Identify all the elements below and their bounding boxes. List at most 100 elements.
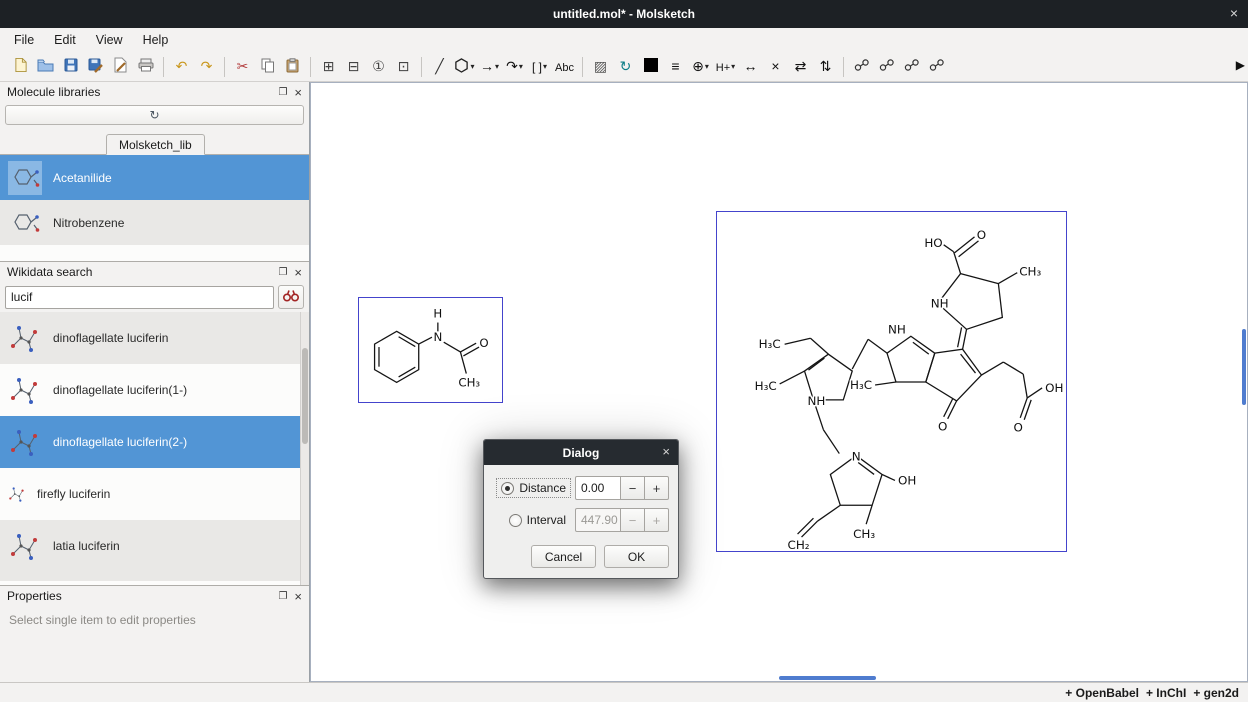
library-item[interactable]: Nitrobenzene: [0, 200, 309, 245]
acetanilide-molecule[interactable]: H N O CH₃: [359, 298, 502, 402]
interval-radio[interactable]: [509, 514, 522, 527]
dialog-close-button[interactable]: ×: [662, 444, 670, 459]
selection-box-luciferin[interactable]: HO O CH₃ NH NH H₃C H₃C H₃C NH O OH O N O…: [716, 211, 1067, 552]
ok-button[interactable]: OK: [604, 545, 669, 568]
zoom-fit-button[interactable]: ⊡: [391, 54, 416, 80]
toolbar-overflow-icon[interactable]: ▶: [1236, 58, 1245, 72]
dropdown-arrow-icon[interactable]: ▾: [705, 62, 709, 71]
dropdown-arrow-icon[interactable]: ▾: [543, 62, 547, 71]
menu-edit[interactable]: Edit: [44, 31, 86, 49]
wikidata-search-button[interactable]: [278, 285, 304, 309]
luciferin-molecule[interactable]: HO O CH₃ NH NH H₃C H₃C H₃C NH O OH O N O…: [717, 212, 1066, 551]
menu-help[interactable]: Help: [133, 31, 179, 49]
save-as-button[interactable]: [83, 54, 108, 80]
open-file-icon: [37, 58, 54, 75]
print-icon: [138, 58, 154, 75]
dialog-titlebar[interactable]: Dialog ×: [484, 440, 678, 465]
paste-icon: [286, 58, 299, 76]
wikidata-result-item-partial[interactable]: [0, 572, 300, 581]
panel-close-icon[interactable]: ×: [294, 590, 302, 603]
panel-close-icon[interactable]: ×: [294, 86, 302, 99]
atom-label-h3c-mid: H₃C: [850, 378, 872, 392]
babel-add-hydrogens-button[interactable]: [874, 54, 899, 80]
bracket-tool-button[interactable]: [ ]▾: [527, 54, 552, 80]
dropdown-arrow-icon[interactable]: ▾: [731, 62, 735, 71]
wikidata-result-item[interactable]: dinoflagellate luciferin: [0, 312, 300, 364]
wikidata-result-item[interactable]: dinoflagellate luciferin(1-): [0, 364, 300, 416]
redo-button[interactable]: ↷: [194, 54, 219, 80]
flip-vertical-button[interactable]: ⇅: [813, 54, 838, 80]
ring-tool-button[interactable]: ▾: [452, 54, 477, 80]
line-width-button[interactable]: ≡: [663, 54, 688, 80]
toolbar-separator: [421, 57, 422, 77]
undo-button[interactable]: ↶: [169, 54, 194, 80]
menu-view[interactable]: View: [86, 31, 133, 49]
zoom-original-button[interactable]: ①: [366, 54, 391, 80]
refresh-library-button[interactable]: ↻: [5, 105, 304, 125]
print-button[interactable]: [133, 54, 158, 80]
mechanism-arrow-button[interactable]: ↷▾: [502, 54, 527, 80]
zoom-in-button[interactable]: ⊞: [316, 54, 341, 80]
window-close-button[interactable]: ×: [1230, 5, 1238, 21]
library-item[interactable]: Acetanilide: [0, 155, 309, 200]
interval-decrement-button[interactable]: −: [620, 508, 645, 532]
cancel-button[interactable]: Cancel: [531, 545, 596, 568]
drawing-canvas[interactable]: H N O CH₃: [310, 82, 1248, 682]
canvas-vscrollbar-thumb[interactable]: [1242, 329, 1246, 405]
wikidata-scrollbar[interactable]: [300, 312, 309, 585]
flip-horizontal-button[interactable]: ⇄: [788, 54, 813, 80]
panel-close-icon[interactable]: ×: [294, 266, 302, 279]
hash-bond-button[interactable]: ▨: [588, 54, 613, 80]
dropdown-arrow-icon[interactable]: ▾: [495, 62, 499, 71]
open-file-button[interactable]: [33, 54, 58, 80]
interval-value[interactable]: 447.90: [575, 508, 621, 532]
save-button[interactable]: [58, 54, 83, 80]
reaction-arrow-button[interactable]: →▾: [477, 54, 502, 80]
dropdown-arrow-icon[interactable]: ▾: [470, 62, 474, 71]
distance-radio[interactable]: [501, 482, 514, 495]
titlebar[interactable]: untitled.mol* - Molsketch ×: [0, 0, 1248, 28]
delete-button[interactable]: ×: [763, 54, 788, 80]
hydrogen-button[interactable]: H+▾: [713, 54, 738, 80]
babel-remove-hydrogens-button[interactable]: [899, 54, 924, 80]
snap-align-button[interactable]: ↔: [738, 54, 763, 80]
panel-float-icon[interactable]: ❐: [278, 87, 287, 98]
dropdown-arrow-icon[interactable]: ▾: [519, 62, 523, 71]
tab-molsketch-lib[interactable]: Molsketch_lib: [106, 134, 205, 155]
zoom-out-button[interactable]: ⊟: [341, 54, 366, 80]
redo-icon: ↷: [201, 59, 213, 74]
panel-float-icon[interactable]: ❐: [278, 267, 287, 278]
charge-button[interactable]: ⊕▾: [688, 54, 713, 80]
babel-optimize-button[interactable]: [924, 54, 949, 80]
save-as-icon: [88, 58, 103, 76]
distance-increment-button[interactable]: +: [644, 476, 669, 500]
interval-increment-button[interactable]: +: [644, 508, 669, 532]
draw-bond-button[interactable]: ╱: [427, 54, 452, 80]
export-button[interactable]: [108, 54, 133, 80]
distance-value[interactable]: 0.00: [575, 476, 621, 500]
wikidata-search-input[interactable]: [5, 286, 274, 309]
rotate-button[interactable]: ↻: [613, 54, 638, 80]
wikidata-result-item[interactable]: firefly luciferin: [0, 468, 300, 520]
panel-float-icon[interactable]: ❐: [278, 591, 287, 602]
atom-label-o-ring: O: [938, 420, 947, 434]
wikidata-result-item[interactable]: dinoflagellate luciferin(2-): [0, 416, 300, 468]
canvas-hscrollbar-thumb[interactable]: [779, 676, 876, 680]
atom-label-h3c-low: H₃C: [755, 379, 777, 393]
cut-button[interactable]: ✂: [230, 54, 255, 80]
copy-button[interactable]: [255, 54, 280, 80]
paste-button[interactable]: [280, 54, 305, 80]
copy-icon: [261, 58, 275, 76]
color-swatch-button[interactable]: [638, 54, 663, 80]
menu-file[interactable]: File: [4, 31, 44, 49]
distance-radio-group[interactable]: Distance: [497, 479, 570, 497]
toolbar: ↶↷✂⊞⊟①⊡╱▾→▾↷▾[ ]▾Abc▨↻≡⊕▾H+▾↔×⇄⇅▶: [0, 52, 1248, 82]
selection-box-acetanilide[interactable]: H N O CH₃: [358, 297, 503, 403]
distance-decrement-button[interactable]: −: [620, 476, 645, 500]
wikidata-result-item[interactable]: latia luciferin: [0, 520, 300, 572]
text-tool-button[interactable]: Abc: [552, 54, 577, 80]
new-document-button[interactable]: [8, 54, 33, 80]
babel-gen2d-button[interactable]: [849, 54, 874, 80]
wikidata-scrollbar-thumb[interactable]: [302, 348, 308, 444]
interval-radio-group[interactable]: Interval: [505, 511, 570, 529]
